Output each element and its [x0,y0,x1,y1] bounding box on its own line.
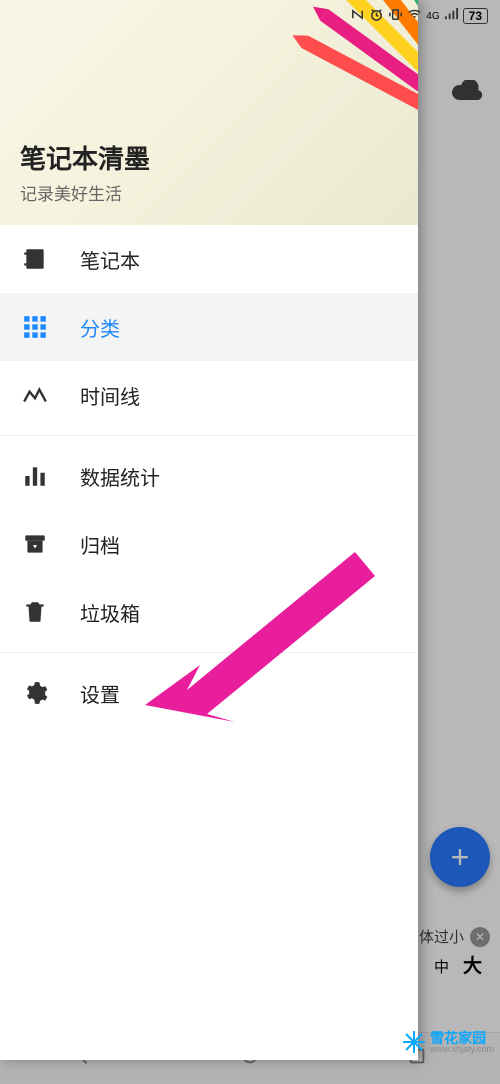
drawer-header: 笔记本清墨 记录美好生活 [0,0,418,225]
archive-icon [22,531,48,557]
grid-icon [22,314,48,340]
menu-label: 数据统计 [80,462,160,491]
battery-indicator: 73 [463,8,488,24]
vibrate-icon [388,7,403,25]
network-label: 4G [426,11,439,22]
stats-icon [22,463,48,489]
menu-item-timeline[interactable]: 时间线 [0,361,418,429]
watermark: 雪花家园 www.xhjaty.com [402,1030,494,1054]
timeline-icon [22,382,48,408]
menu-label: 垃圾箱 [80,598,140,627]
menu-item-stats[interactable]: 数据统计 [0,442,418,510]
menu-item-trash[interactable]: 垃圾箱 [0,578,418,646]
navigation-drawer: 笔记本清墨 记录美好生活 笔记本 分类 时间线 [0,0,418,1060]
drawer-menu: 笔记本 分类 时间线 数据统计 归档 [0,225,418,1060]
divider [0,652,418,653]
status-bar: 4G 73 [0,0,500,32]
menu-item-notebook[interactable]: 笔记本 [0,225,418,293]
menu-label: 笔记本 [80,245,140,274]
app-title: 笔记本清墨 [20,139,150,176]
alarm-icon [369,7,384,25]
trash-icon [22,599,48,625]
status-icons: 4G 73 [350,7,488,25]
divider [0,435,418,436]
wifi-icon [407,7,422,25]
menu-item-archive[interactable]: 归档 [0,510,418,578]
menu-label: 时间线 [80,381,140,410]
menu-label: 分类 [80,313,120,342]
menu-item-settings[interactable]: 设置 [0,659,418,727]
nfc-icon [350,7,365,25]
menu-label: 设置 [80,679,120,708]
watermark-title: 雪花家园 [430,1031,494,1045]
signal-icon [444,7,459,25]
menu-item-category[interactable]: 分类 [0,293,418,361]
watermark-url: www.xhjaty.com [430,1045,494,1054]
gear-icon [22,680,48,706]
watermark-logo [402,1030,426,1054]
notebook-icon [22,246,48,272]
menu-label: 归档 [80,530,120,559]
app-subtitle: 记录美好生活 [20,180,150,205]
